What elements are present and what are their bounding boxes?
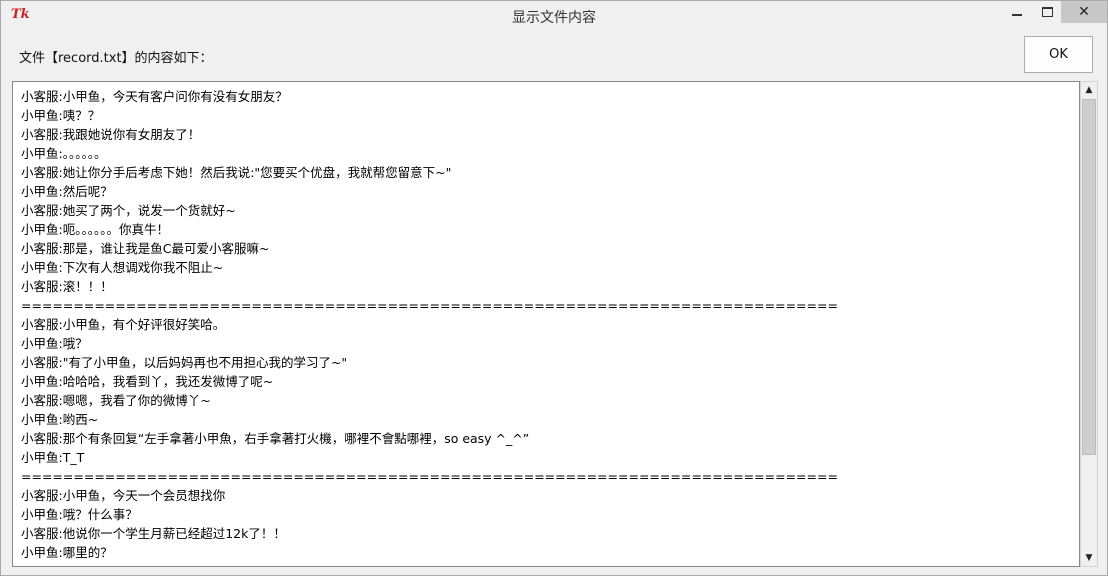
text-line: 小甲鱼:哦？: [21, 336, 88, 351]
text-line: 小客服:滚！！！: [21, 279, 113, 294]
scroll-up-arrow-icon[interactable]: ▲: [1081, 82, 1097, 98]
ok-button[interactable]: OK: [1024, 36, 1093, 73]
text-line: 小甲鱼:咦？？: [21, 108, 101, 123]
text-line: 小甲鱼:T_T: [21, 450, 85, 465]
scroll-down-arrow-icon[interactable]: ▼: [1081, 550, 1097, 566]
text-line: 小客服:那是，谁让我是鱼C最可爱小客服嘛~: [21, 241, 270, 256]
minimize-icon: [1012, 14, 1022, 16]
text-line: 小客服:她让你分手后考虑下她！然后我说:"您要买个优盘，我就帮您留意下~": [21, 165, 452, 180]
maximize-button[interactable]: [1031, 1, 1063, 23]
text-line: 小甲鱼:。。。。。。: [21, 146, 107, 161]
text-line: ========================================…: [21, 469, 838, 484]
minimize-button[interactable]: [1001, 1, 1033, 23]
text-line: 小客服:小甲鱼，今天有客户问你有没有女朋友？: [21, 89, 288, 104]
text-line: 小客服:"有了小甲鱼，以后妈妈再也不用担心我的学习了~": [21, 355, 348, 370]
file-content-prompt: 文件【record.txt】的内容如下：: [19, 51, 213, 66]
maximize-icon: [1041, 7, 1053, 17]
text-line: 小甲鱼:哈哈哈，我看到丫，我还发微博了呢~: [21, 374, 274, 389]
text-line: 小客服:嗯嗯，我看了你的微博丫~: [21, 393, 211, 408]
title-bar[interactable]: Tk 显示文件内容 ✕: [1, 1, 1107, 31]
text-line: 小客服:他说你一个学生月薪已经超过12k了！！: [21, 526, 286, 541]
close-icon: ✕: [1078, 4, 1090, 20]
scrollbar-thumb[interactable]: [1082, 99, 1096, 455]
text-line: 小甲鱼:哪里的？: [21, 545, 113, 560]
close-button[interactable]: ✕: [1061, 1, 1107, 23]
text-line: 小甲鱼:然后呢？: [21, 184, 113, 199]
text-line: 小客服:她买了两个，说发一个货就好~: [21, 203, 236, 218]
text-line: 小甲鱼:下次有人想调戏你我不阻止~: [21, 260, 224, 275]
text-line: ========================================…: [21, 298, 838, 313]
vertical-scrollbar[interactable]: ▲ ▼: [1080, 81, 1098, 567]
text-line: 小客服:我跟她说你有女朋友了！: [21, 127, 201, 142]
text-line: 小客服:那个有条回复“左手拿著小甲魚，右手拿著打火機，哪裡不會點哪裡，so ea…: [21, 431, 530, 446]
text-line: 小甲鱼:呃。。。。。。你真牛！: [21, 222, 169, 237]
text-line: 小甲鱼:哦？什么事？: [21, 507, 138, 522]
window-title: 显示文件内容: [512, 10, 596, 26]
dialog-window: Tk 显示文件内容 ✕ 文件【record.txt】的内容如下： OK 小客服:…: [0, 0, 1108, 576]
file-content-textbox[interactable]: 小客服:小甲鱼，今天有客户问你有没有女朋友？ 小甲鱼:咦？？ 小客服:我跟她说你有女…: [12, 81, 1080, 567]
text-line: 小客服:小甲鱼，今天一个会员想找你: [21, 488, 226, 503]
text-line: 小客服:小甲鱼，有个好评很好笑哈。: [21, 317, 226, 332]
text-line: 小甲鱼:哟西~: [21, 412, 99, 427]
